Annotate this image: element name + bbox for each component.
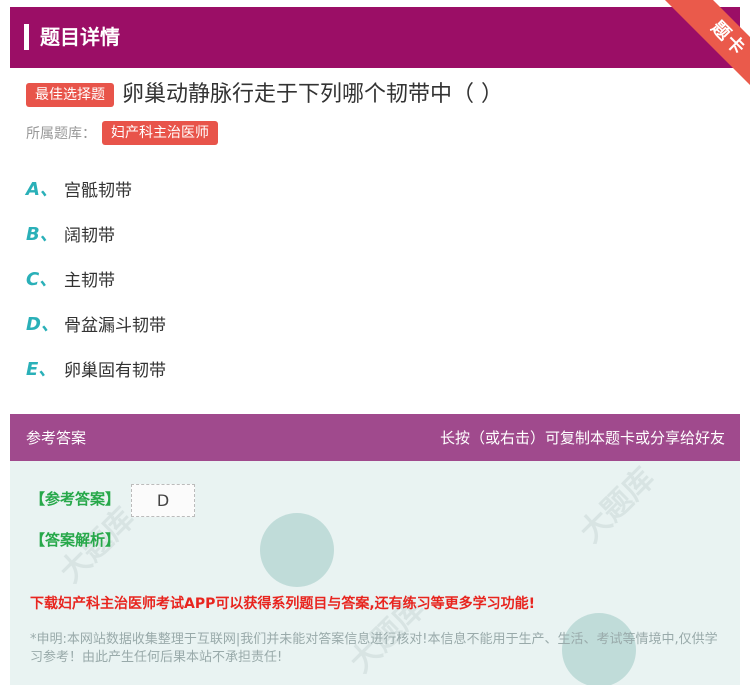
ribbon-label: 题卡	[662, 0, 750, 95]
option-letter: D、	[26, 314, 59, 335]
answer-header-title: 参考答案	[26, 429, 87, 447]
option-text: 卵巢固有韧带	[64, 360, 166, 381]
option-c[interactable]: C、 主韧带	[26, 264, 115, 292]
share-hint: 长按（或右击）可复制本题卡或分享给好友	[439, 429, 725, 447]
option-text: 宫骶韧带	[64, 180, 132, 201]
answer-value: D	[131, 484, 195, 517]
watermark-text: 大题库	[573, 461, 662, 550]
option-letter: E、	[26, 359, 57, 380]
option-letter: A、	[26, 179, 58, 200]
option-letter: B、	[26, 224, 58, 245]
answer-header: 参考答案 长按（或右击）可复制本题卡或分享给好友	[10, 414, 740, 461]
page-header: 题目详情	[10, 7, 740, 68]
library-tag[interactable]: 妇产科主治医师	[102, 121, 218, 145]
option-text: 骨盆漏斗韧带	[64, 315, 166, 336]
option-letter: C、	[26, 269, 58, 290]
analysis-label: 【答案解析】	[30, 531, 121, 549]
option-b[interactable]: B、 阔韧带	[26, 219, 115, 247]
header-accent-bar	[24, 24, 29, 50]
option-d[interactable]: D、 骨盆漏斗韧带	[26, 309, 166, 337]
page-title: 题目详情	[40, 25, 120, 49]
question-line: 最佳选择题 卵巢动静脉行走于下列哪个韧带中（ ）	[26, 80, 503, 110]
question-type-tag: 最佳选择题	[26, 83, 114, 107]
answer-body: 大题库 大题库 大题库 【参考答案】 D 【答案解析】 下载妇产科主治医师考试A…	[10, 461, 740, 685]
question-text: 卵巢动静脉行走于下列哪个韧带中（ ）	[122, 82, 503, 107]
option-a[interactable]: A、 宫骶韧带	[26, 174, 132, 202]
answer-label: 【参考答案】	[30, 490, 121, 508]
option-e[interactable]: E、 卵巢固有韧带	[26, 354, 166, 382]
library-line: 所属题库： 妇产科主治医师	[26, 121, 218, 145]
option-text: 阔韧带	[64, 225, 115, 246]
option-text: 主韧带	[64, 270, 115, 291]
watermark-logo-icon	[260, 513, 334, 587]
disclaimer-text: *申明:本网站数据收集整理于互联网|我们并未能对答案信息进行核对!本信息不能用于…	[30, 632, 718, 665]
library-label: 所属题库：	[26, 126, 96, 142]
corner-ribbon: 题卡	[645, 0, 750, 95]
download-app-link[interactable]: 下载妇产科主治医师考试APP可以获得系列题目与答案,还有练习等更多学习功能!	[30, 593, 535, 613]
